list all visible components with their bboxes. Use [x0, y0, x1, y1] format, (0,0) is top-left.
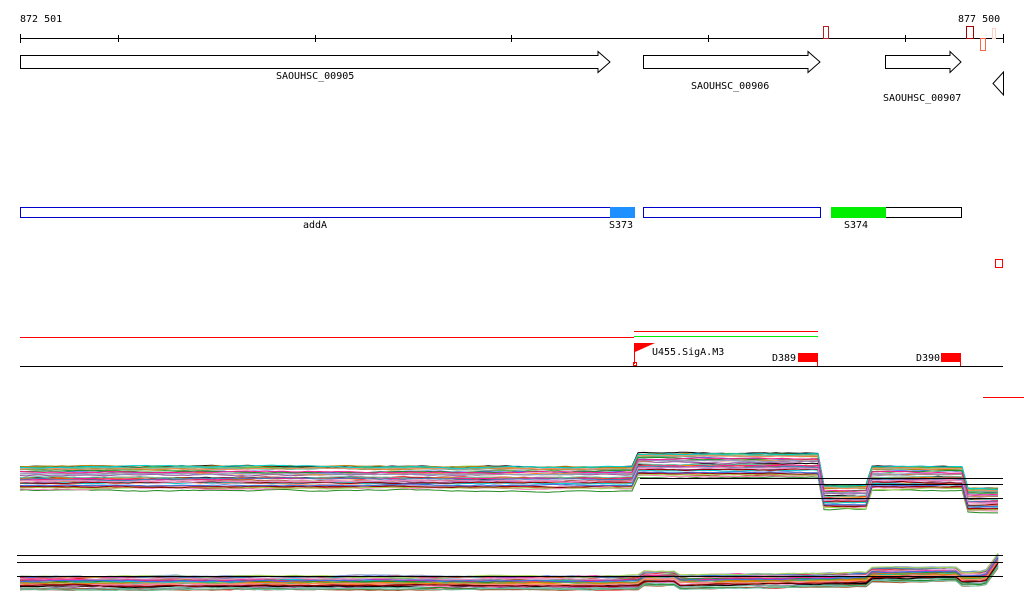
marker-box[interactable]: [992, 28, 996, 39]
terminator-label: D389: [772, 353, 796, 364]
marker-box[interactable]: [823, 26, 829, 39]
gene-track: [20, 50, 1004, 97]
gene-arrow-SAOUHSC_00907[interactable]: [885, 50, 962, 74]
gene-label: SAOUHSC_00905: [276, 71, 354, 82]
operon-label: addA: [303, 220, 327, 231]
operon-track: [20, 207, 1003, 268]
gene-label: SAOUHSC_00907: [883, 93, 961, 104]
operon-segment-S373[interactable]: [610, 207, 635, 218]
operon-segment-S374[interactable]: [831, 207, 886, 218]
gene-arrow-reverse[interactable]: [992, 70, 1004, 97]
operon-label: S374: [844, 220, 868, 231]
operon-label: S373: [609, 220, 633, 231]
expression-track-1: [19, 451, 999, 514]
marker-box[interactable]: [995, 259, 1003, 268]
marker-box[interactable]: [980, 38, 986, 51]
expression-curve: [19, 457, 999, 496]
gene-arrow-SAOUHSC_00906[interactable]: [643, 50, 821, 74]
ruler: 872 501 877 500: [20, 14, 1004, 51]
expression-curve: [19, 553, 999, 578]
promoter-label: U455.SigA.M3: [652, 347, 724, 358]
ruler-end-label: 877 500: [958, 14, 1000, 25]
marker-box[interactable]: [966, 26, 974, 39]
genome-browser: 872 501 877 500 SAOUHSC_00905 SAOUHSC_00…: [17, 14, 1024, 592]
expression-curve: [19, 553, 999, 579]
gene-label: SAOUHSC_00906: [691, 81, 769, 92]
terminator-D390[interactable]: [941, 353, 961, 362]
ruler-start-label: 872 501: [20, 14, 62, 25]
feature-track: [20, 331, 1024, 398]
operon-addA[interactable]: [20, 207, 635, 218]
gene-arrow-SAOUHSC_00905[interactable]: [20, 50, 611, 74]
terminator-D389[interactable]: [798, 353, 818, 362]
expression-curve: [19, 553, 999, 578]
operon-box[interactable]: [643, 207, 821, 218]
terminator-label: D390: [916, 353, 940, 364]
expression-track-2: [19, 553, 999, 592]
